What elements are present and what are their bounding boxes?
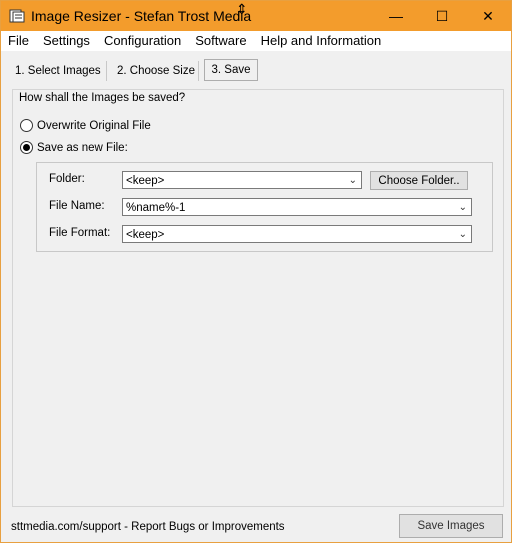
folder-value: <keep> xyxy=(126,175,165,187)
menu-configuration[interactable]: Configuration xyxy=(97,31,188,51)
file-name-value: %name%-1 xyxy=(126,202,186,214)
overwrite-option[interactable]: Overwrite Original File xyxy=(20,119,151,132)
file-format-select[interactable]: <keep> ⌄ xyxy=(122,225,472,243)
new-file-options: Folder: <keep> ⌄ Choose Folder.. File Na… xyxy=(36,162,493,252)
tab-bar: 1. Select Images 2. Choose Size 3. Save xyxy=(1,57,511,83)
window-title: Image Resizer - Stefan Trost Media xyxy=(31,8,252,24)
title-bar[interactable]: Image Resizer - Stefan Trost Media ⇕ — ☐… xyxy=(1,1,511,31)
close-button[interactable]: ✕ xyxy=(465,1,511,31)
file-format-label: File Format: xyxy=(49,227,111,239)
maximize-button[interactable]: ☐ xyxy=(419,1,465,31)
minimize-button[interactable]: — xyxy=(373,1,419,31)
menu-bar: File Settings Configuration Software Hel… xyxy=(1,31,511,52)
choose-folder-button[interactable]: Choose Folder.. xyxy=(370,171,468,190)
save-new-option[interactable]: Save as new File: xyxy=(20,141,128,154)
menu-settings[interactable]: Settings xyxy=(36,31,97,51)
mouse-cursor-icon: ⇕ xyxy=(236,1,248,17)
menu-help[interactable]: Help and Information xyxy=(254,31,389,51)
overwrite-radio[interactable] xyxy=(20,119,33,132)
chevron-down-icon: ⌄ xyxy=(458,229,467,240)
app-window: Image Resizer - Stefan Trost Media ⇕ — ☐… xyxy=(0,0,512,543)
file-format-value: <keep> xyxy=(126,229,165,241)
save-new-label: Save as new File: xyxy=(37,141,128,154)
support-link[interactable]: sttmedia.com/support - Report Bugs or Im… xyxy=(11,521,285,533)
app-icon xyxy=(9,9,25,23)
save-new-radio[interactable] xyxy=(20,141,33,154)
overwrite-label: Overwrite Original File xyxy=(37,119,151,132)
folder-select[interactable]: <keep> ⌄ xyxy=(122,171,362,189)
file-name-input[interactable]: %name%-1 ⌄ xyxy=(122,198,472,216)
chevron-down-icon: ⌄ xyxy=(348,175,357,186)
menu-file[interactable]: File xyxy=(1,31,36,51)
folder-label: Folder: xyxy=(49,173,85,185)
save-images-button[interactable]: Save Images xyxy=(399,514,503,538)
tab-select-images[interactable]: 1. Select Images xyxy=(15,61,101,81)
tab-divider xyxy=(198,61,199,81)
tab-choose-size[interactable]: 2. Choose Size xyxy=(117,61,195,81)
file-name-label: File Name: xyxy=(49,200,105,212)
group-label: How shall the Images be saved? xyxy=(19,92,186,104)
chevron-down-icon: ⌄ xyxy=(458,202,467,213)
tab-save[interactable]: 3. Save xyxy=(204,59,258,81)
save-panel: How shall the Images be saved? Overwrite… xyxy=(12,89,504,507)
tab-divider xyxy=(106,61,107,81)
menu-software[interactable]: Software xyxy=(188,31,253,51)
